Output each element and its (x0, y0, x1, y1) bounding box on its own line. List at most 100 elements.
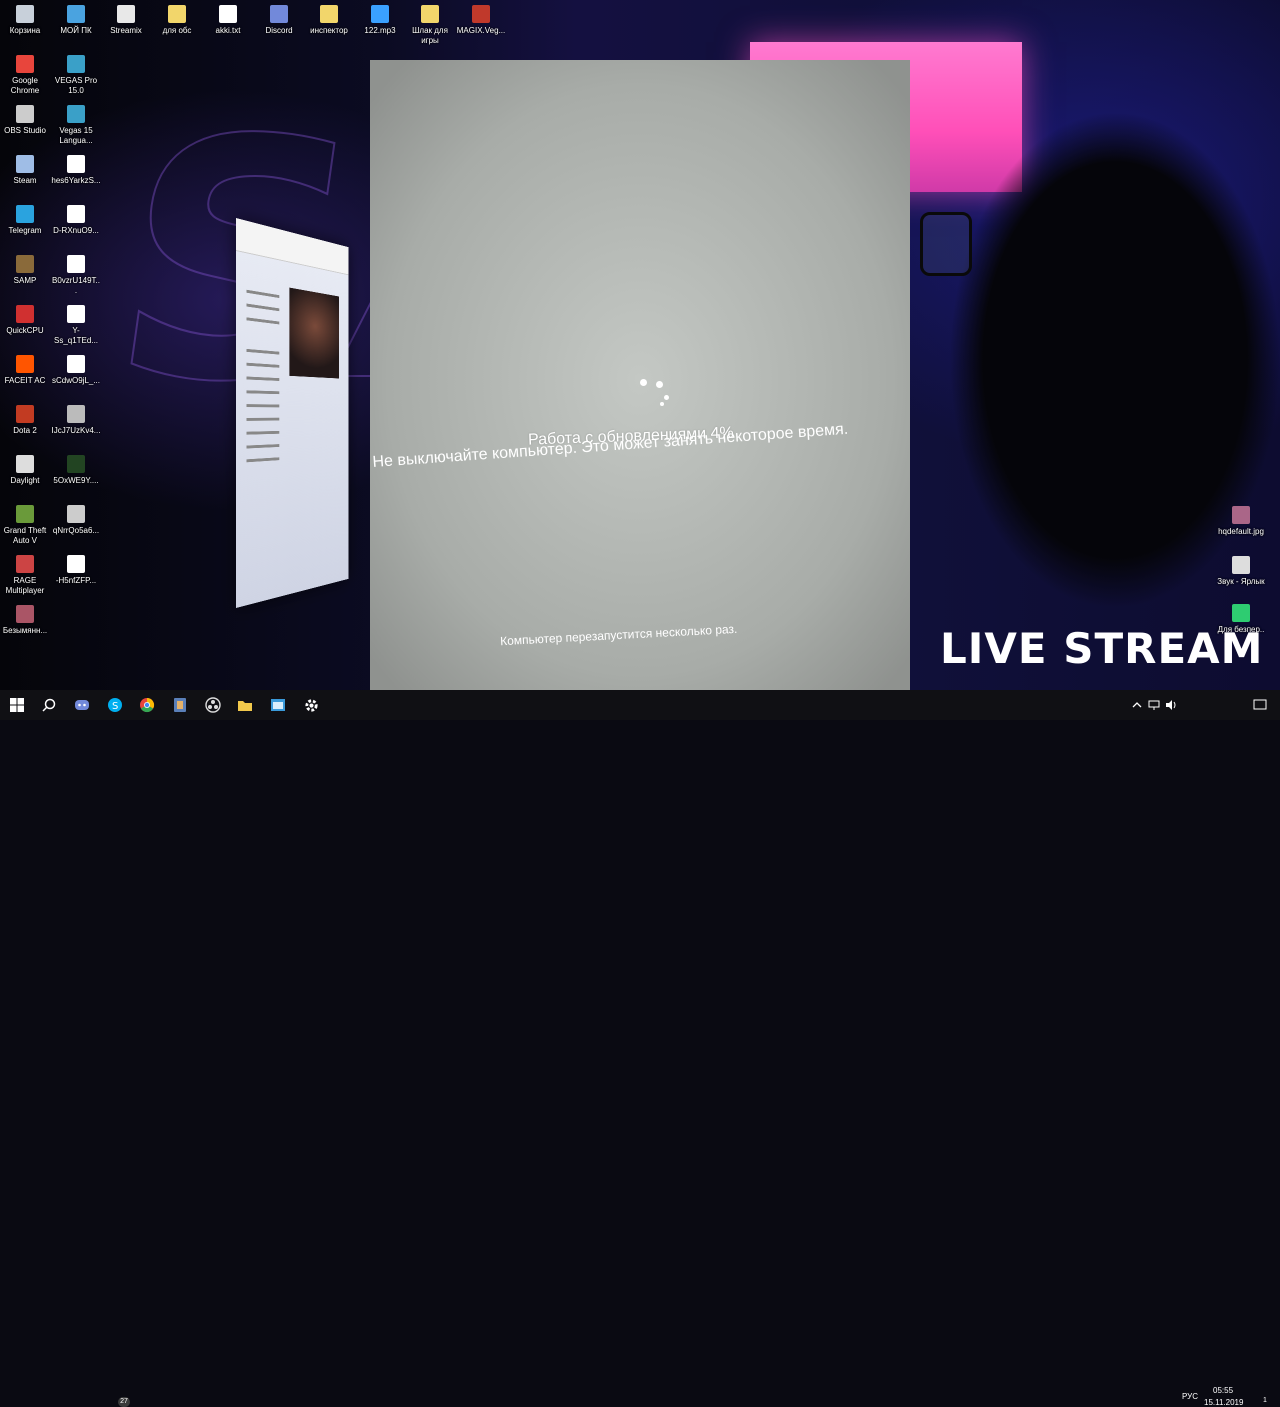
steam-icon (16, 155, 34, 173)
file-icon (67, 305, 85, 323)
desktop-icon-vegas[interactable]: VEGAS Pro 15.0 (51, 55, 101, 96)
desktop-icon-label: SAMP (13, 276, 37, 285)
desktop-icon-obs-folder[interactable]: для обс (152, 5, 202, 36)
skype-taskbar-icon[interactable]: S (106, 696, 124, 714)
image-icon (1232, 506, 1250, 524)
desktop-icon-label: 5OxWE9Y.... (53, 476, 99, 485)
quickcpu-icon (16, 305, 34, 323)
desktop-icon-f6[interactable]: IJcJ7UzKv4... (51, 405, 101, 436)
desktop-icon-f9[interactable]: -H5nfZFP... (51, 555, 101, 586)
text-file-icon (219, 5, 237, 23)
desktop-icon-label: D-RXnuO9... (53, 226, 99, 235)
notification-count: 1 (1263, 1397, 1267, 1404)
desktop-icon-mp3[interactable]: 122.mp3 (355, 5, 405, 36)
desktop-icon-label: Шлак для игры (412, 26, 448, 45)
svg-text:S: S (112, 701, 118, 712)
desktop-icon-streamix[interactable]: Streamix (101, 5, 151, 36)
desktop-icon-label: Звук - Ярлык (1217, 577, 1265, 586)
desktop-icon-label: для обс (162, 26, 192, 35)
desktop-icon-steam[interactable]: Steam (0, 155, 50, 186)
clock-date[interactable]: 15.11.2019 (1204, 1398, 1243, 1407)
clock-time[interactable]: 05:55 (1213, 1386, 1233, 1395)
desktop-icon-sound[interactable]: Звук - Ярлык (1216, 556, 1266, 587)
desktop-icon-label: МОЙ ПК (60, 26, 92, 35)
windows-icon[interactable] (8, 696, 26, 714)
menu-line (246, 390, 280, 395)
windows-update-screen: Работа с обновлениями 4% Не выключайте к… (370, 60, 910, 720)
desktop-icon-magix[interactable]: MAGIX.Veg... (456, 5, 506, 36)
desktop-icon-label: Discord (265, 26, 293, 35)
desktop-icon-shlak[interactable]: Шлак для игры (405, 5, 455, 46)
desktop-icon-mypc[interactable]: МОЙ ПК (51, 5, 101, 36)
desktop-icon-dota[interactable]: Dota 2 (0, 405, 50, 436)
menu-line (246, 417, 280, 421)
desktop-icon-label: Daylight (10, 476, 40, 485)
notification-icon[interactable] (1251, 696, 1269, 714)
desktop-icon-vegaslang[interactable]: Vegas 15 Langua... (51, 105, 101, 146)
desktop-icon-f4[interactable]: Y-Ss_q1TEd... (51, 305, 101, 346)
app-taskbar-icon[interactable] (171, 696, 189, 714)
vegas-icon (67, 105, 85, 123)
search-icon[interactable] (40, 696, 58, 714)
desktop-icon-label: Dota 2 (13, 426, 37, 435)
desktop-icon-gta[interactable]: Grand Theft Auto V (0, 505, 50, 546)
chrome-taskbar-icon[interactable] (138, 696, 156, 714)
menu-line (246, 404, 280, 408)
menu-line (246, 457, 280, 463)
desktop-icon-label: VEGAS Pro 15.0 (54, 76, 98, 95)
desktop-icon-unnamed[interactable]: Безымянн... (0, 605, 50, 636)
file-icon (67, 255, 85, 273)
file-icon (67, 355, 85, 373)
discord-icon (270, 5, 288, 23)
folder-icon (168, 5, 186, 23)
menu-line (246, 430, 280, 435)
file-icon (67, 205, 85, 223)
desktop-icon-recycle[interactable]: Корзина (0, 5, 50, 36)
network-icon[interactable] (1145, 696, 1163, 714)
desktop-icon-f5[interactable]: sCdwO9jL_... (51, 355, 101, 386)
desktop-icon-label: B0vzrU149T... (51, 276, 101, 295)
desktop-icon-rage[interactable]: RAGE Multiplayer (0, 555, 50, 596)
obs-taskbar-icon[interactable] (204, 696, 222, 714)
desktop-icon-obs[interactable]: OBS Studio (0, 105, 50, 136)
desktop-icon-inspector[interactable]: инспектор (304, 5, 354, 36)
desktop-icon-chrome[interactable]: Google Chrome (0, 55, 50, 96)
menu-line (246, 317, 280, 325)
desktop-icon-quickcpu[interactable]: QuickCPU (0, 305, 50, 336)
menu-line (246, 376, 280, 381)
desktop-icon-samp[interactable]: SAMP (0, 255, 50, 286)
desktop-icon-label: OBS Studio (4, 126, 46, 135)
desktop-icon-label: hqdefault.jpg (1218, 527, 1264, 536)
desktop-icon-telegram[interactable]: Telegram (0, 205, 50, 236)
streamer-silhouette (915, 30, 1280, 690)
language-indicator[interactable]: РУС (1182, 1392, 1198, 1401)
desktop-icon-daylight[interactable]: Daylight (0, 455, 50, 486)
desktop-icon-label: hes6YarkzS... (51, 176, 101, 185)
desktop-icon-f3[interactable]: B0vzrU149T... (51, 255, 101, 296)
volume-icon[interactable] (1162, 696, 1180, 714)
window-taskbar-icon[interactable] (269, 696, 287, 714)
image-icon (67, 505, 85, 523)
desktop-icon-label: -H5nfZFP... (55, 576, 97, 585)
chevron-up-icon[interactable] (1128, 696, 1146, 714)
desktop-icon-f1[interactable]: hes6YarkzS... (51, 155, 101, 186)
image-icon (16, 605, 34, 623)
desktop-icon-f2[interactable]: D-RXnuO9... (51, 205, 101, 236)
desktop-icon-faceit[interactable]: FACEIT AC (0, 355, 50, 386)
desktop-icon-discord[interactable]: Discord (254, 5, 304, 36)
skype-badge: 27 (118, 1397, 130, 1407)
folder-taskbar-icon[interactable] (236, 696, 254, 714)
discord-taskbar-icon[interactable] (73, 696, 91, 714)
gta-icon (16, 505, 34, 523)
desktop-icon-akki[interactable]: akki.txt (203, 5, 253, 36)
gear-icon[interactable] (302, 696, 320, 714)
chrome-icon (16, 55, 34, 73)
image-icon (67, 455, 85, 473)
desktop-icon-hqdefault[interactable]: hqdefault.jpg (1216, 506, 1266, 537)
live-stream-overlay: LIVE STREAM (940, 624, 1264, 673)
desktop-icon-label: Корзина (9, 26, 41, 35)
desktop-icon-f8[interactable]: qNrrQo5a6... (51, 505, 101, 536)
desktop-icon-f7[interactable]: 5OxWE9Y.... (51, 455, 101, 486)
taskbar: S 27 РУС 05:55 15.11.2019 1 (0, 690, 1280, 1407)
rage-icon (16, 555, 34, 573)
